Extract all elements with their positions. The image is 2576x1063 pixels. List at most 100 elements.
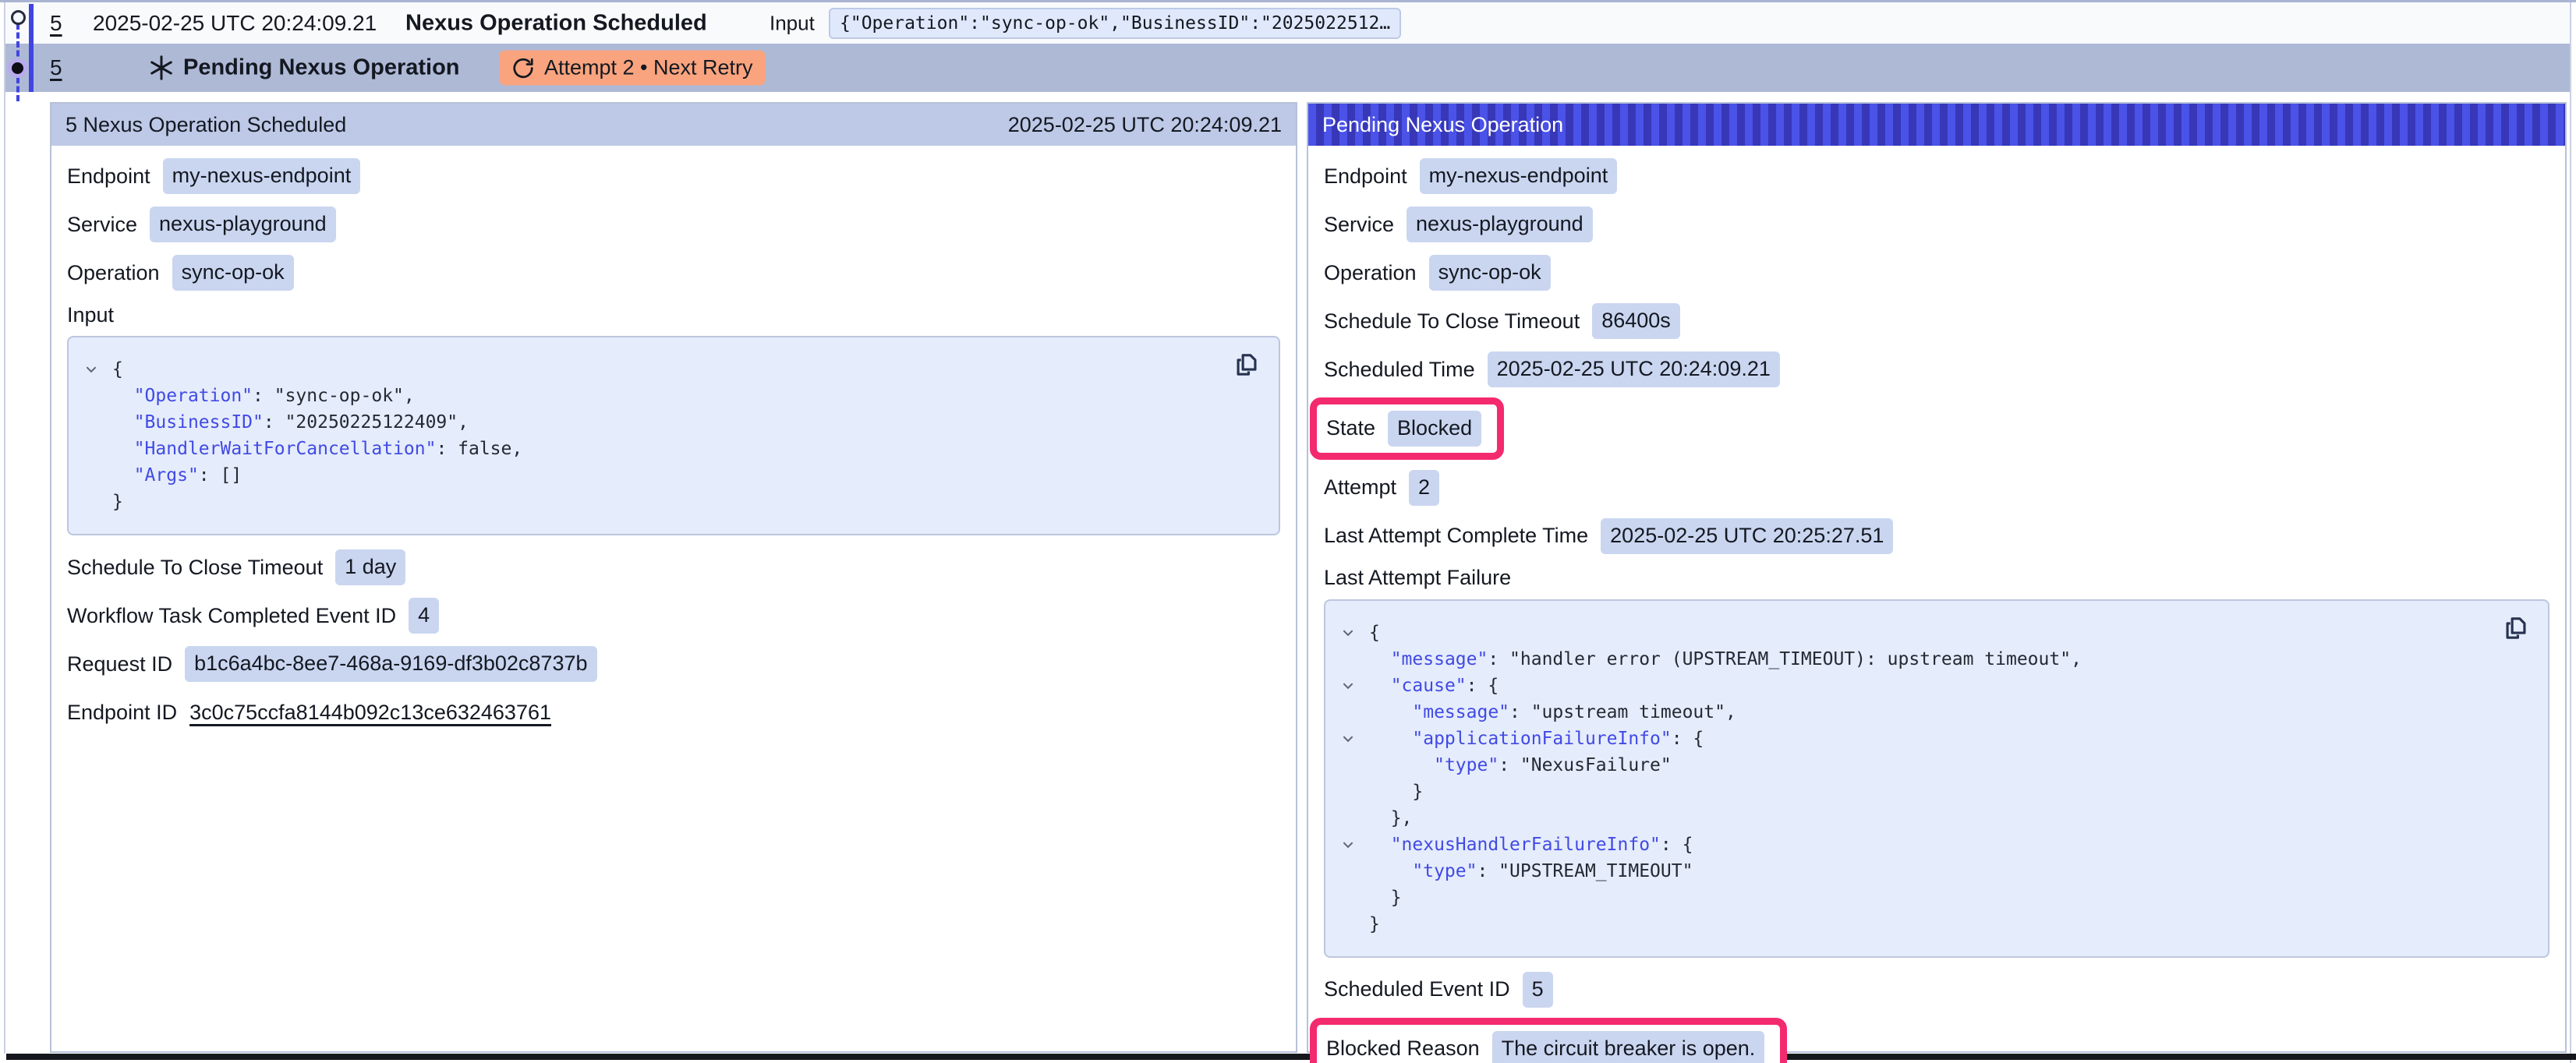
- field-scheduled-event-id-row: Scheduled Event ID5: [1324, 966, 2549, 1014]
- failure-json-viewer: { "message": "handler error (UPSTREAM_TI…: [1324, 599, 2549, 958]
- field-request-id-row: Request ID b1c6a4bc-8ee7-468a-9169-df3b02…: [67, 640, 1280, 688]
- code-line: }: [1341, 911, 2532, 938]
- scheduled-fields-bottom: Schedule To Close Timeout 1 day Workflow T…: [67, 543, 1280, 736]
- pending-asterisk-icon: [147, 54, 175, 82]
- field-request-id-value: b1c6a4bc-8ee7-468a-9169-df3b02c8737b: [185, 646, 596, 682]
- code-line: "BusinessID": "20250225122409",: [84, 409, 1263, 436]
- event-detail-panel-scheduled: 5 Nexus Operation Scheduled 2025-02-25 U…: [50, 102, 1297, 1053]
- failure-section-label: Last Attempt Failure: [1324, 560, 2549, 596]
- field-service-value: nexus-playground: [1407, 207, 1593, 242]
- code-line: }: [84, 489, 1263, 515]
- field-endpoint-id-value[interactable]: 3c0c75ccfa8144b092c13ce632463761: [189, 701, 551, 725]
- collapse-chevron-icon[interactable]: [1341, 679, 1355, 693]
- annotation-highlight-box: State Blocked: [1310, 397, 1504, 460]
- field-endpoint-id-label: Endpoint ID: [67, 701, 177, 725]
- field-endpoint-label: Endpoint: [1324, 164, 1407, 189]
- input-preview-badge[interactable]: {"Operation":"sync-op-ok","BusinessID":"…: [829, 8, 1401, 39]
- field-attempt-row: Attempt 2: [1324, 464, 2549, 512]
- collapse-chevron-icon[interactable]: [1341, 732, 1355, 746]
- field-endpoint-row: Endpoint my-nexus-endpoint: [1324, 152, 2549, 200]
- scheduled-panel-header: 5 Nexus Operation Scheduled 2025-02-25 U…: [51, 104, 1296, 146]
- field-request-id-label: Request ID: [67, 652, 172, 676]
- code-line: }: [1341, 885, 2532, 911]
- pending-panel-title: Pending Nexus Operation: [1322, 113, 1563, 137]
- code-text: "cause": {: [1369, 673, 1499, 699]
- field-scheduled-time-label: Scheduled Time: [1324, 358, 1475, 382]
- field-operation-label: Operation: [1324, 261, 1417, 285]
- code-text: "type": "UPSTREAM_TIMEOUT": [1369, 858, 1693, 885]
- code-line: "type": "UPSTREAM_TIMEOUT": [1341, 858, 2532, 885]
- field-schedule-to-close-timeout-value: 1 day: [335, 549, 405, 585]
- field-last-attempt-complete-time-label: Last Attempt Complete Time: [1324, 524, 1588, 548]
- code-text: "applicationFailureInfo": {: [1369, 726, 1704, 752]
- code-text: "type": "NexusFailure": [1369, 752, 1672, 779]
- event-id-link[interactable]: 5: [50, 55, 62, 80]
- input-section-label: Input: [67, 297, 1280, 333]
- field-operation-value: sync-op-ok: [172, 255, 294, 291]
- event-timestamp: 2025-02-25 UTC 20:24:09.21: [93, 11, 377, 36]
- copy-icon[interactable]: [1233, 351, 1260, 378]
- code-text: }: [1369, 779, 1423, 805]
- pending-row-title: Pending Nexus Operation: [183, 55, 460, 81]
- field-scheduled-time-value: 2025-02-25 UTC 20:24:09.21: [1488, 351, 1780, 387]
- code-text: "nexusHandlerFailureInfo": {: [1369, 832, 1693, 858]
- collapse-chevron-icon[interactable]: [1341, 626, 1355, 640]
- field-blocked-reason-row: Blocked ReasonThe circuit breaker is ope…: [1324, 1018, 2549, 1063]
- field-attempt-value: 2: [1409, 470, 1439, 506]
- field-attempt-label: Attempt: [1324, 475, 1396, 500]
- scheduled-panel-title: 5 Nexus Operation Scheduled: [65, 113, 346, 137]
- retry-icon: [511, 56, 535, 79]
- field-state-row: State Blocked: [1324, 397, 2549, 460]
- code-line: {: [1341, 620, 2532, 646]
- field-state-label: State: [1326, 416, 1375, 440]
- field-last-attempt-complete-time-value: 2025-02-25 UTC 20:25:27.51: [1601, 518, 1893, 554]
- collapse-chevron-icon[interactable]: [1341, 838, 1355, 852]
- input-json-viewer: { "Operation": "sync-op-ok", "BusinessID…: [67, 336, 1280, 535]
- field-workflow-task-completed-event-id-value: 4: [409, 598, 439, 634]
- code-line: "applicationFailureInfo": {: [1341, 726, 2532, 752]
- field-scheduled-event-id-label: Scheduled Event ID: [1324, 977, 1510, 1001]
- scheduled-fields-top: Endpointmy-nexus-endpointServicenexus-pl…: [67, 152, 1280, 297]
- field-operation-label: Operation: [67, 261, 160, 285]
- field-workflow-task-completed-event-id-row: Workflow Task Completed Event ID 4: [67, 592, 1280, 640]
- field-workflow-task-completed-event-id-label: Workflow Task Completed Event ID: [67, 604, 396, 628]
- field-schedule-to-close-timeout-row: Schedule To Close Timeout86400s: [1324, 297, 2549, 345]
- code-line: "Operation": "sync-op-ok",: [84, 383, 1263, 409]
- failure-json-code: { "message": "handler error (UPSTREAM_TI…: [1341, 620, 2532, 938]
- retry-badge-text: Attempt 2 • Next Retry: [544, 56, 753, 80]
- input-preview-label: Input: [770, 11, 815, 35]
- field-endpoint-value: my-nexus-endpoint: [1420, 158, 1618, 194]
- field-endpoint-id-row: Endpoint ID 3c0c75ccfa8144b092c13ce632463…: [67, 688, 1280, 736]
- timeline-open-node-icon: [11, 10, 26, 25]
- pending-panel-header: Pending Nexus Operation: [1308, 104, 2565, 146]
- field-last-attempt-complete-time-row: Last Attempt Complete Time 2025-02-25 UTC…: [1324, 512, 2549, 560]
- code-text: "BusinessID": "20250225122409",: [112, 409, 469, 436]
- code-text: {: [112, 356, 123, 383]
- retry-status-badge: Attempt 2 • Next Retry: [499, 51, 766, 86]
- pending-fields-bottom: Scheduled Event ID5Blocked ReasonThe cir…: [1324, 966, 2549, 1063]
- collapse-chevron-icon[interactable]: [84, 362, 98, 376]
- field-state-value: Blocked: [1388, 411, 1481, 447]
- field-blocked-reason-value: The circuit breaker is open.: [1492, 1031, 1765, 1063]
- code-text: }: [112, 489, 123, 515]
- code-line: "HandlerWaitForCancellation": false,: [84, 436, 1263, 462]
- field-operation-row: Operation sync-op-ok: [67, 249, 1280, 297]
- event-id-link[interactable]: 5: [50, 11, 62, 36]
- field-schedule-to-close-timeout-label: Schedule To Close Timeout: [67, 556, 323, 580]
- code-text: "HandlerWaitForCancellation": false,: [112, 436, 522, 462]
- selected-rows-accent-bar: [29, 4, 34, 92]
- temporal-event-history-screen: 5 2025-02-25 UTC 20:24:09.21 Nexus Opera…: [0, 0, 2576, 1063]
- code-text: "message": "upstream timeout",: [1369, 699, 1736, 726]
- code-line: "cause": {: [1341, 673, 2532, 699]
- window-right-border: [2570, 2, 2571, 1063]
- event-type-label: Nexus Operation Scheduled: [405, 10, 707, 36]
- field-service-label: Service: [1324, 213, 1394, 237]
- annotation-highlight-box: Blocked ReasonThe circuit breaker is ope…: [1310, 1018, 1787, 1063]
- field-endpoint-row: Endpointmy-nexus-endpoint: [67, 152, 1280, 200]
- copy-icon[interactable]: [2503, 615, 2529, 641]
- history-row-scheduled[interactable]: 5 2025-02-25 UTC 20:24:09.21 Nexus Opera…: [5, 2, 2570, 44]
- code-text: }: [1369, 911, 1380, 938]
- field-scheduled-time-row: Scheduled Time 2025-02-25 UTC 20:24:09.21: [1324, 345, 2549, 394]
- history-row-pending[interactable]: 5 Pending Nexus Operation Attempt 2 • Ne…: [5, 44, 2570, 92]
- field-operation-value: sync-op-ok: [1429, 255, 1551, 291]
